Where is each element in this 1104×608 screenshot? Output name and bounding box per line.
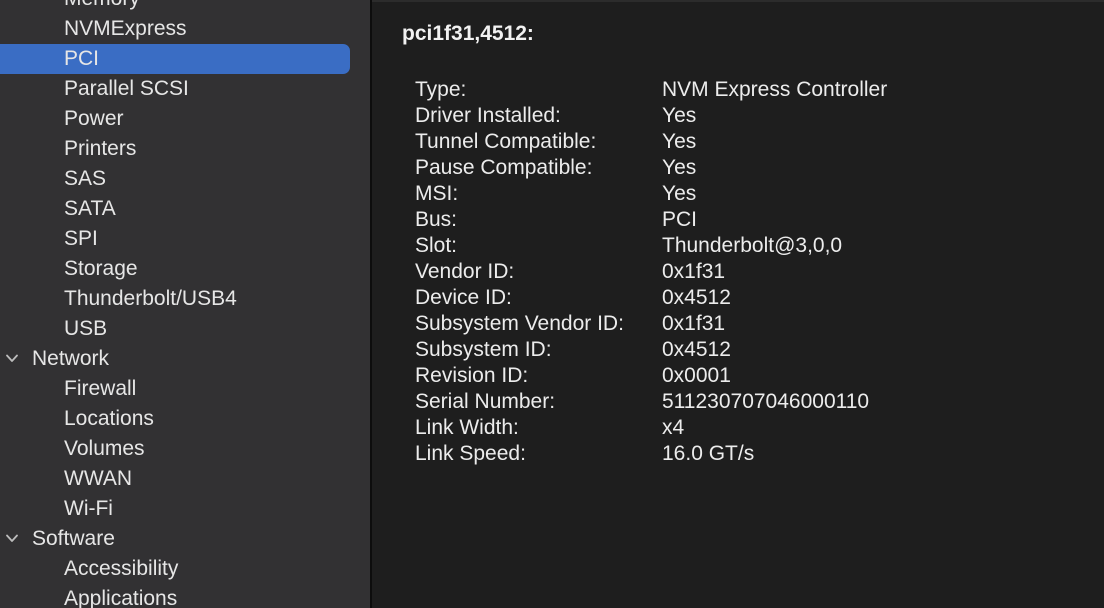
property-value: x4 <box>662 416 685 439</box>
detail-top-divider <box>372 0 1104 2</box>
sidebar-item-label: SPI <box>64 227 98 250</box>
property-list: Type: NVM Express Controller Driver Instal… <box>415 77 887 467</box>
sidebar-list: Memory NVMExpress PCI Parallel SCSI Power Pri… <box>0 0 370 608</box>
property-value: Yes <box>662 156 697 179</box>
property-value: Yes <box>662 104 697 127</box>
sidebar-group-network[interactable]: Network <box>0 344 370 374</box>
property-value: Yes <box>662 182 697 205</box>
property-row: Serial Number: 511230707046000110 <box>415 389 887 415</box>
property-key: Serial Number: <box>415 390 556 413</box>
property-key: Tunnel Compatible: <box>415 130 597 153</box>
sidebar-item-thunderbolt-usb4[interactable]: Thunderbolt/USB4 <box>0 284 370 314</box>
property-key: Pause Compatible: <box>415 156 593 179</box>
property-value: PCI <box>662 208 698 231</box>
property-key: Link Speed: <box>415 442 526 465</box>
sidebar-item-label: WWAN <box>64 467 133 490</box>
property-key: Driver Installed: <box>415 104 561 127</box>
property-value: Thunderbolt@3,0,0 <box>662 234 843 257</box>
property-row: Tunnel Compatible: Yes <box>415 129 887 155</box>
detail-pane: pci1f31,4512: Type: NVM Express Controlle… <box>372 0 1104 608</box>
property-key: Subsystem ID: <box>415 338 552 361</box>
property-key: Type: <box>415 78 467 101</box>
sidebar-item-label: Printers <box>64 137 137 160</box>
sidebar-item-wi-fi[interactable]: Wi-Fi <box>0 494 370 524</box>
sidebar-item-accessibility[interactable]: Accessibility <box>0 554 370 584</box>
sidebar-item-label: Power <box>64 107 124 130</box>
property-key: Device ID: <box>415 286 512 309</box>
sidebar-group-software[interactable]: Software <box>0 524 370 554</box>
sidebar-item-firewall[interactable]: Firewall <box>0 374 370 404</box>
property-row: Device ID: 0x4512 <box>415 285 887 311</box>
property-value: 0x4512 <box>662 286 731 309</box>
sidebar-item-applications[interactable]: Applications <box>0 584 370 608</box>
property-row: Slot: Thunderbolt@3,0,0 <box>415 233 887 259</box>
sidebar-item-sas[interactable]: SAS <box>0 164 370 194</box>
property-row: MSI: Yes <box>415 181 887 207</box>
sidebar-item-label: Memory <box>64 0 140 10</box>
sidebar-item-label: Firewall <box>64 377 137 400</box>
chevron-down-icon[interactable] <box>6 534 18 543</box>
sidebar-item-nvmexpress[interactable]: NVMExpress <box>0 14 370 44</box>
sidebar-item-power[interactable]: Power <box>0 104 370 134</box>
sidebar-item-label: Locations <box>64 407 154 430</box>
sidebar-item-label: Thunderbolt/USB4 <box>64 287 237 310</box>
property-row: Subsystem Vendor ID: 0x1f31 <box>415 311 887 337</box>
property-value: 0x4512 <box>662 338 731 361</box>
sidebar-item-label: SATA <box>64 197 116 220</box>
property-value: 16.0 GT/s <box>662 442 755 465</box>
property-row: Bus: PCI <box>415 207 887 233</box>
sidebar-item-label: Parallel SCSI <box>64 77 189 100</box>
property-row: Subsystem ID: 0x4512 <box>415 337 887 363</box>
sidebar-item-label: Applications <box>64 587 178 608</box>
sidebar-item-label: NVMExpress <box>64 17 187 40</box>
sidebar-item-wwan[interactable]: WWAN <box>0 464 370 494</box>
sidebar-item-label: PCI <box>64 47 100 70</box>
device-title: pci1f31,4512: <box>402 22 534 45</box>
property-row: Vendor ID: 0x1f31 <box>415 259 887 285</box>
sidebar-item-label: USB <box>64 317 108 340</box>
property-value: 511230707046000110 <box>662 390 870 413</box>
property-value: 0x0001 <box>662 364 731 387</box>
sidebar-item-label: Storage <box>64 257 138 280</box>
sidebar-item-volumes[interactable]: Volumes <box>0 434 370 464</box>
property-row: Revision ID: 0x0001 <box>415 363 887 389</box>
system-information-window: Memory NVMExpress PCI Parallel SCSI Power Pri… <box>0 0 1104 608</box>
sidebar-item-pci[interactable]: PCI <box>0 44 370 74</box>
sidebar-item-label: Wi-Fi <box>64 497 113 520</box>
property-value: Yes <box>662 130 697 153</box>
sidebar-item-label: Network <box>32 347 110 370</box>
sidebar-item-memory[interactable]: Memory <box>0 0 370 14</box>
property-value: NVM Express Controller <box>662 78 888 101</box>
sidebar-item-label: Volumes <box>64 437 145 460</box>
property-key: Vendor ID: <box>415 260 515 283</box>
property-key: Subsystem Vendor ID: <box>415 312 624 335</box>
sidebar-item-storage[interactable]: Storage <box>0 254 370 284</box>
sidebar-item-usb[interactable]: USB <box>0 314 370 344</box>
chevron-down-icon[interactable] <box>6 354 18 363</box>
property-value: 0x1f31 <box>662 312 726 335</box>
property-row: Type: NVM Express Controller <box>415 77 887 103</box>
property-key: Revision ID: <box>415 364 529 387</box>
property-value: 0x1f31 <box>662 260 726 283</box>
sidebar-item-sata[interactable]: SATA <box>0 194 370 224</box>
property-row: Link Width: x4 <box>415 415 887 441</box>
property-key: MSI: <box>415 182 459 205</box>
sidebar-item-printers[interactable]: Printers <box>0 134 370 164</box>
sidebar: Memory NVMExpress PCI Parallel SCSI Power Pri… <box>0 0 370 608</box>
sidebar-item-parallel-scsi[interactable]: Parallel SCSI <box>0 74 370 104</box>
property-row: Link Speed: 16.0 GT/s <box>415 441 887 467</box>
property-key: Link Width: <box>415 416 519 439</box>
property-row: Pause Compatible: Yes <box>415 155 887 181</box>
property-row: Driver Installed: Yes <box>415 103 887 129</box>
sidebar-item-label: Software <box>32 527 115 550</box>
sidebar-item-spi[interactable]: SPI <box>0 224 370 254</box>
property-key: Bus: <box>415 208 458 231</box>
sidebar-item-locations[interactable]: Locations <box>0 404 370 434</box>
property-key: Slot: <box>415 234 458 257</box>
sidebar-item-label: Accessibility <box>64 557 179 580</box>
sidebar-item-label: SAS <box>64 167 107 190</box>
